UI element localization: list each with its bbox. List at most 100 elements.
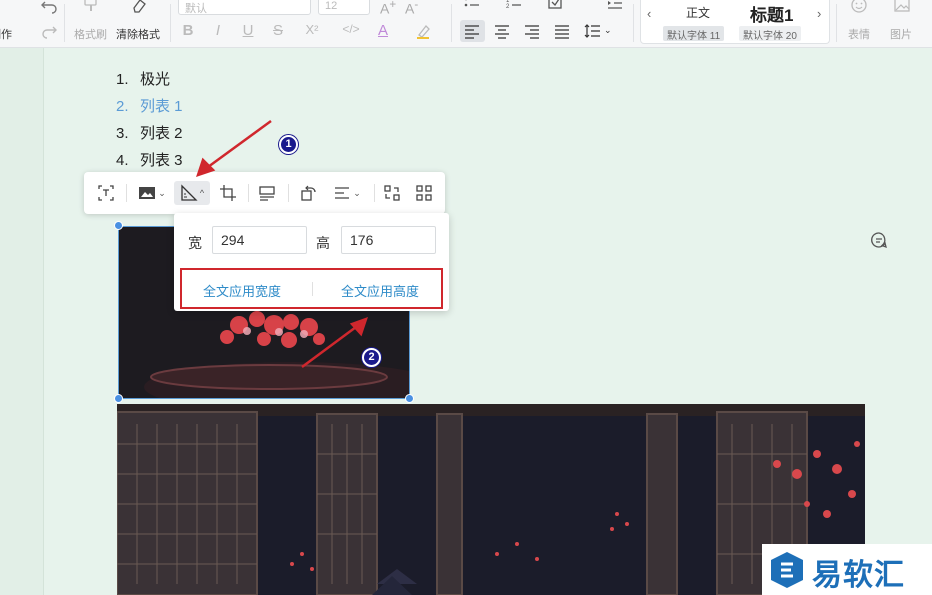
bold-button[interactable]: B [177,22,199,39]
ocr-button[interactable] [94,181,118,205]
image-toolbar: ⌄ ^ ⌄ [84,172,445,214]
resize-handle-top-left[interactable] [114,221,123,230]
chevron-left-icon[interactable]: ‹ [647,6,651,21]
list-number: 1. [116,71,129,88]
align-center-icon[interactable] [493,22,511,40]
indent-icon[interactable] [606,0,624,12]
text-scan-icon [98,185,114,201]
separator [374,184,375,202]
list-number: 2. [116,98,129,115]
underline-button[interactable]: U [237,22,259,39]
caption-icon [259,186,275,201]
numbered-list-icon[interactable]: 12 [505,0,523,12]
image-replace-button[interactable]: ⌄ [134,181,170,205]
image-insert-label[interactable]: 图片 [890,26,912,42]
eraser-icon[interactable] [130,0,148,14]
apply-height-to-all-button[interactable]: 全文应用高度 [341,281,419,300]
resize-handle-bottom-left[interactable] [114,394,123,403]
checklist-icon[interactable] [547,0,565,12]
svg-text:2: 2 [506,4,510,10]
bullet-list-icon[interactable] [463,0,481,12]
separator [248,184,249,202]
style-heading1-button[interactable]: 标题1 [750,1,793,26]
line-spacing-caret[interactable]: ⌄ [604,25,612,36]
step-badge-1: 1 [279,135,298,154]
emoji-label[interactable]: 表情 [848,26,870,42]
separator [312,282,313,296]
align-icon [335,187,350,199]
separator [126,184,127,202]
emoji-icon[interactable] [850,0,868,14]
font-size-select[interactable]: 12 [318,0,370,15]
style-normal-button[interactable]: 正文 [686,4,710,21]
convert-icon [384,185,400,201]
grid-icon [416,185,432,201]
watermark: 易软汇 [762,544,932,595]
font-color-button[interactable]: A [372,22,394,39]
chevron-right-icon[interactable]: › [817,6,821,21]
list-text: 列表 2 [140,125,183,142]
list-number: 4. [116,152,129,169]
image-size-button[interactable]: ^ [174,181,210,205]
height-label: 高 [316,235,330,251]
strikethrough-button[interactable]: S [267,22,289,39]
separator [288,184,289,202]
grow-font-icon[interactable]: A+ [380,0,396,17]
height-input[interactable] [341,226,436,254]
redo-icon[interactable] [40,24,58,42]
image-icon [139,187,156,199]
style-normal-sub: 默认字体 11 [663,26,725,42]
resize-handle-bottom-right[interactable] [405,394,414,403]
list-text: 极光 [140,71,171,88]
style-heading1-sub: 默认字体 20 [739,26,801,42]
list-item[interactable]: 4. 列表 3 [116,147,183,174]
image-align-button[interactable]: ⌄ [328,181,366,205]
width-input[interactable] [212,226,307,254]
logo-icon [771,552,803,588]
shrink-font-icon[interactable]: A- [405,0,418,17]
clear-format-label[interactable]: 清除格式 [116,26,160,42]
crop-icon [220,185,236,201]
ribbon-toolbar: 制作 格式刷 清除格式 默认 12 A+ A- B I U S X² </> A… [0,0,932,48]
convert-button[interactable] [380,181,404,205]
highlight-box: 全文应用宽度 全文应用高度 [180,268,443,309]
image-insert-icon[interactable] [893,0,911,14]
style-gallery: ‹ 正文 默认字体 11 标题1 默认字体 20 › [640,0,830,44]
align-left-icon[interactable] [463,22,481,40]
numbered-list: 1. 极光 2. 列表 1 3. 列表 2 4. 列表 3 [116,66,183,174]
crop-button[interactable] [216,181,240,205]
superscript-button[interactable]: X² [298,22,326,37]
list-text: 列表 1 [140,98,183,115]
ruler-icon [181,184,198,201]
font-name-select[interactable]: 默认 [178,0,311,15]
separator [64,4,65,42]
cut-label[interactable]: 制作 [0,26,12,42]
list-item[interactable]: 3. 列表 2 [116,120,183,147]
more-button[interactable] [412,181,436,205]
format-painter-label[interactable]: 格式刷 [74,26,107,42]
night-scene-image [117,404,865,595]
left-gutter [0,48,44,595]
apply-width-to-all-button[interactable]: 全文应用宽度 [203,281,281,300]
format-painter-icon[interactable] [82,0,100,14]
list-number: 3. [116,125,129,142]
list-text: 列表 3 [140,152,183,169]
caption-button[interactable] [255,181,279,205]
width-label: 宽 [188,235,202,251]
undo-icon[interactable] [40,0,58,14]
list-item[interactable]: 2. 列表 1 [116,93,183,120]
list-item[interactable]: 1. 极光 [116,66,183,93]
justify-icon[interactable] [553,22,571,40]
line-spacing-icon[interactable] [584,22,602,40]
font-size-value: 12 [325,0,338,12]
rotate-button[interactable] [296,181,320,205]
highlight-icon[interactable] [414,22,432,40]
watermark-text: 易软汇 [812,559,905,592]
separator [836,4,837,42]
code-button[interactable]: </> [338,22,364,36]
italic-button[interactable]: I [207,22,229,39]
comment-icon[interactable] [870,231,888,249]
align-right-icon[interactable] [523,22,541,40]
separator [170,4,171,42]
courtyard-image[interactable] [117,404,865,595]
